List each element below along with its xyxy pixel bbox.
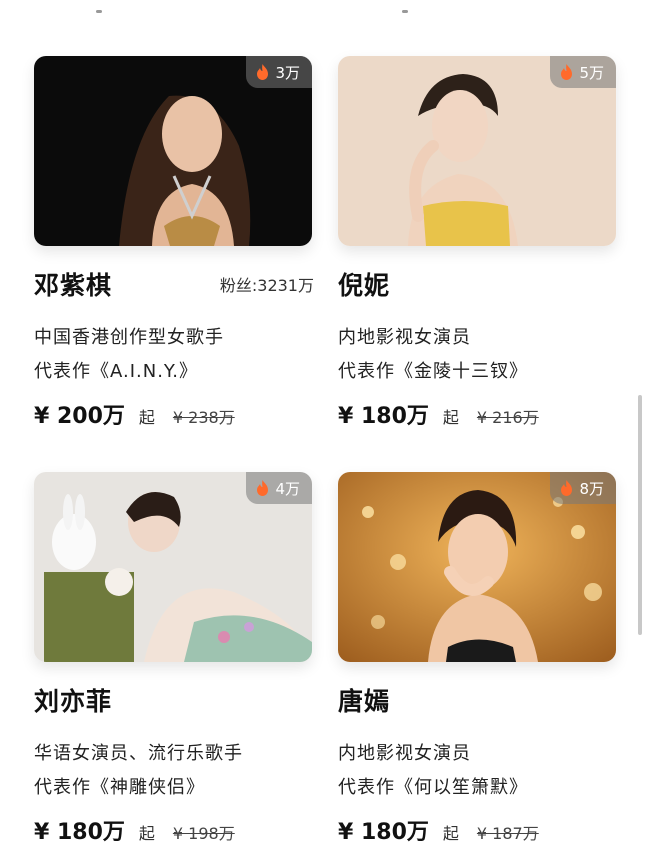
price-row: ¥ 180万 起 ¥ 216万 [338,398,618,430]
flame-icon [257,64,269,80]
celebrity-photo[interactable]: 3万 [34,56,312,246]
name-row: 倪妮 [338,266,618,306]
original-price: ¥ 187万 [476,824,539,843]
fans-count: 粉丝:3231万 [219,276,314,295]
celebrity-card[interactable]: 5万 倪妮 内地影视女演员 代表作《金陵十三钗》 ¥ 180万 起 ¥ 216万 [338,56,618,430]
top-dot-left [96,10,102,13]
heat-badge: 4万 [246,472,312,504]
price-from-label: 起 [442,408,459,427]
heat-count: 5万 [579,63,604,82]
celebrity-name[interactable]: 倪妮 [338,266,390,302]
price: ¥ 180万 [338,404,429,429]
representative-works: 代表作《神雕侠侣》 [34,777,205,798]
celebrity-card[interactable]: 8万 唐嫣 内地影视女演员 代表作《何以笙箫默》 ¥ 180万 起 ¥ 187万 [338,472,618,846]
celebrity-photo[interactable]: 5万 [338,56,616,246]
celebrity-card[interactable]: 4万 刘亦菲 华语女演员、流行乐歌手 代表作《神雕侠侣》 ¥ 180万 起 ¥ … [34,472,314,846]
original-price: ¥ 238万 [172,408,235,427]
representative-works: 代表作《金陵十三钗》 [338,361,528,382]
heat-badge: 3万 [246,56,312,88]
price-row: ¥ 200万 起 ¥ 238万 [34,398,314,430]
name-row: 刘亦菲 [34,682,314,722]
celebrity-description: 华语女演员、流行乐歌手 [34,743,243,764]
name-row: 唐嫣 [338,682,618,722]
original-price: ¥ 198万 [172,824,235,843]
flame-icon [561,480,573,496]
celebrity-description: 中国香港创作型女歌手 [34,327,224,348]
celebrity-description: 内地影视女演员 [338,327,471,348]
price: ¥ 180万 [338,820,429,845]
price-row: ¥ 180万 起 ¥ 198万 [34,814,314,846]
heat-badge: 8万 [550,472,616,504]
celebrity-name[interactable]: 唐嫣 [338,682,390,718]
price-from-label: 起 [442,824,459,843]
price: ¥ 180万 [34,820,125,845]
celebrity-description: 内地影视女演员 [338,743,471,764]
heat-count: 4万 [275,479,300,498]
heat-count: 8万 [579,479,604,498]
original-price: ¥ 216万 [476,408,539,427]
scrollbar[interactable] [638,395,642,635]
heat-count: 3万 [275,63,300,82]
flame-icon [561,64,573,80]
representative-works: 代表作《何以笙箫默》 [338,777,528,798]
price: ¥ 200万 [34,404,125,429]
price-from-label: 起 [138,408,155,427]
top-edge-remnants [0,0,650,20]
price-from-label: 起 [138,824,155,843]
celebrity-card[interactable]: 3万 邓紫棋 粉丝:3231万 中国香港创作型女歌手 代表作《A.I.N.Y.》… [34,56,314,430]
celebrity-photo[interactable]: 8万 [338,472,616,662]
celebrity-name[interactable]: 邓紫棋 [34,266,112,302]
celebrity-photo[interactable]: 4万 [34,472,312,662]
heat-badge: 5万 [550,56,616,88]
celebrity-name[interactable]: 刘亦菲 [34,682,112,718]
price-row: ¥ 180万 起 ¥ 187万 [338,814,618,846]
page: 3万 邓紫棋 粉丝:3231万 中国香港创作型女歌手 代表作《A.I.N.Y.》… [0,0,650,866]
name-row: 邓紫棋 粉丝:3231万 [34,266,314,306]
representative-works: 代表作《A.I.N.Y.》 [34,361,199,382]
top-dot-right [402,10,408,13]
flame-icon [257,480,269,496]
